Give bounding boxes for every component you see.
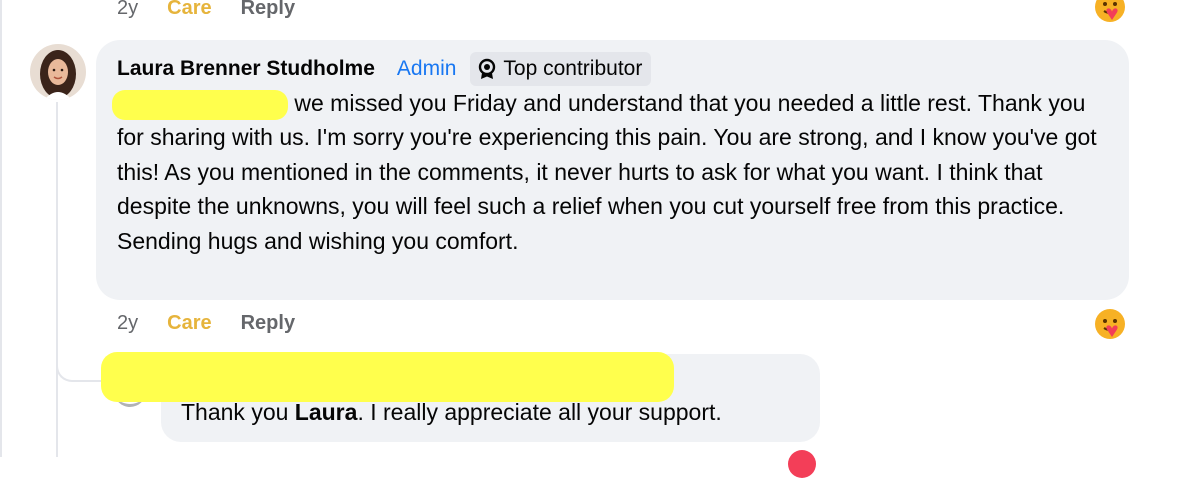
top-comment-actions: 2y Care Reply bbox=[117, 0, 324, 20]
comment-timestamp[interactable]: 2y bbox=[117, 312, 138, 335]
care-emoji-icon[interactable] bbox=[1093, 0, 1127, 24]
redacted-reply-author bbox=[101, 352, 674, 402]
comment-actions: 2y Care Reply bbox=[117, 312, 324, 335]
top-comment-timestamp[interactable]: 2y bbox=[117, 0, 138, 20]
top-comment-reply-button[interactable]: Reply bbox=[241, 0, 295, 20]
top-contributor-label: Top contributor bbox=[503, 57, 643, 80]
top-contributor-badge[interactable]: Top contributor bbox=[470, 52, 652, 86]
comment-bubble: Laura Brenner Studholme Admin Top contri… bbox=[96, 40, 1129, 300]
comment-text: we missed you Friday and understand that… bbox=[112, 86, 1117, 258]
comment-care-button[interactable]: Care bbox=[167, 312, 211, 335]
comment-text-line1: we missed you Friday and understand that… bbox=[294, 90, 973, 116]
thread-line-vertical bbox=[56, 102, 58, 457]
award-icon bbox=[479, 58, 496, 79]
care-emoji-icon[interactable] bbox=[1093, 307, 1127, 341]
comment-author[interactable]: Laura Brenner Studholme bbox=[117, 57, 375, 81]
avatar[interactable] bbox=[30, 44, 86, 100]
reaction-icon-partial[interactable] bbox=[788, 450, 816, 478]
reply-mention[interactable]: Laura bbox=[295, 399, 358, 425]
comment-reply-button[interactable]: Reply bbox=[241, 312, 295, 335]
reply-text: Thank you Laura. I really appreciate all… bbox=[181, 399, 722, 426]
redacted-name bbox=[112, 89, 288, 120]
comment-header: Laura Brenner Studholme Admin Top contri… bbox=[117, 52, 652, 86]
thread-line-left bbox=[0, 0, 2, 457]
reply-text-prefix: Thank you bbox=[181, 399, 295, 425]
reply-text-suffix: . I really appreciate all your support. bbox=[357, 399, 722, 425]
top-comment-care-button[interactable]: Care bbox=[167, 0, 211, 20]
admin-badge: Admin bbox=[396, 57, 457, 80]
